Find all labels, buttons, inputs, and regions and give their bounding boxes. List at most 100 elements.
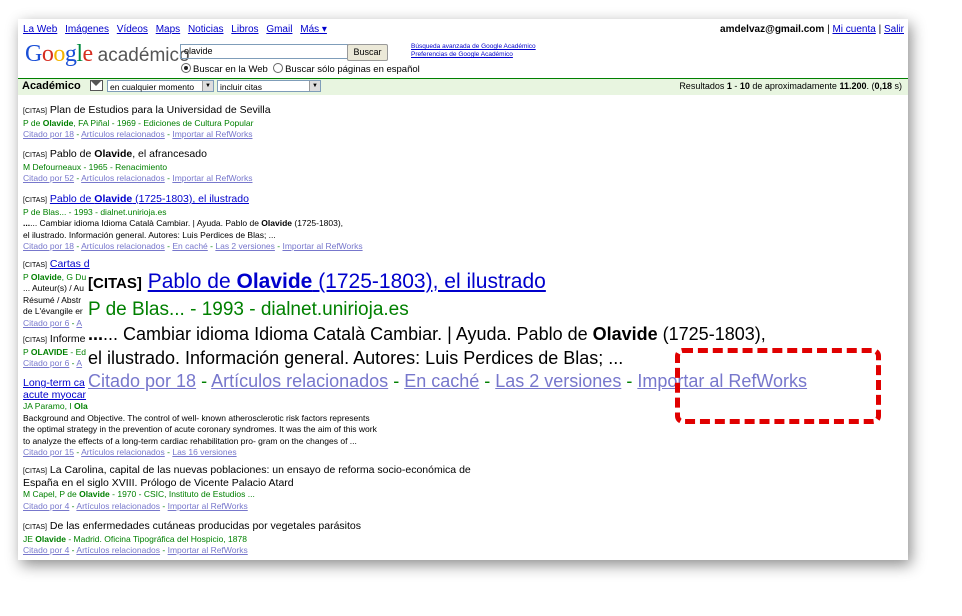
logo-product: académico [97, 45, 190, 66]
result-snippet: el ilustrado. Información general. Autor… [23, 229, 276, 240]
related-link[interactable]: A [76, 358, 82, 368]
nav-images[interactable]: Imágenes [65, 24, 109, 35]
radio-spanish[interactable] [273, 63, 284, 73]
advanced-links: Búsqueda avanzada de Google Académico Pr… [411, 43, 536, 59]
result-authors: P OLAVIDE - Ed [23, 346, 86, 357]
nav-books[interactable]: Libros [231, 24, 258, 35]
preferences-link[interactable]: Preferencias de Google Académico [411, 51, 536, 59]
cited-by-link[interactable]: Citado por 4 [23, 501, 69, 511]
versions-link[interactable]: Las 16 versiones [172, 447, 236, 457]
user-email: amdelvaz@gmail.com [720, 24, 825, 35]
cited-by-link[interactable]: Citado por 4 [23, 545, 69, 555]
radio-web[interactable] [181, 63, 191, 73]
result-item: [CITAS] Plan de Estudios para la Univers… [23, 104, 271, 141]
related-link[interactable]: Artículos relacionados [81, 447, 165, 457]
result-authors: P de Olavide, FA Piñal - 1969 - Edicione… [23, 117, 254, 128]
cited-by-link[interactable]: Citado por 18 [88, 371, 196, 391]
advanced-search-link[interactable]: Búsqueda avanzada de Google Académico [411, 43, 536, 51]
citas-tag: [CITAS] [88, 275, 142, 292]
result-authors: M Capel, P de Olavide - 1970 - CSIC, Ins… [23, 489, 255, 499]
related-link[interactable]: Artículos relacionados [81, 173, 165, 183]
result-item: [CITAS] Pablo de Olavide, el afrancesado… [23, 148, 253, 185]
user-sep: | [827, 24, 830, 35]
cites-select-value: incluir citas [220, 82, 263, 92]
nav-videos[interactable]: Vídeos [117, 24, 148, 35]
radio-web-label: Buscar en la Web [193, 64, 268, 75]
versions-link[interactable]: Las 2 versiones [495, 371, 621, 391]
refworks-link[interactable]: Importar al RefWorks [168, 501, 248, 511]
nav-gmail[interactable]: Gmail [266, 24, 292, 35]
results-prefix: Resultados [679, 81, 727, 91]
email-alert-icon[interactable] [90, 80, 103, 91]
result-links: Citado por 18 - Artículos relacionados -… [23, 241, 363, 251]
search-button[interactable]: Buscar [347, 44, 388, 61]
search-scope-radios: Buscar en la Web Buscar sólo páginas en … [181, 63, 420, 75]
result-item: [CITAS] Informe P OLAVIDE - Ed Citado po… [23, 333, 86, 370]
result-links: Citado por 4 - Artículos relacionados - … [23, 500, 248, 511]
refworks-link[interactable]: Importar al RefWorks [172, 129, 252, 139]
zoom-authors: P de Blas... - 1993 - dialnet.unirioja.e… [88, 299, 409, 320]
google-scholar-logo[interactable]: Google académico [25, 41, 190, 67]
related-link[interactable]: Artículos relacionados [81, 241, 165, 251]
result-snippet: to analyze the effects of a long-term ca… [23, 435, 357, 446]
radio-spanish-label: Buscar sólo páginas en español [285, 64, 420, 75]
nav-more[interactable]: Más ▾ [300, 24, 327, 35]
refworks-link[interactable]: Importar al RefWorks [168, 545, 248, 555]
result-snippet: ...... Cambiar idioma Idioma Català Camb… [23, 218, 344, 228]
highlight-refworks-box [675, 348, 881, 424]
nav-news[interactable]: Noticias [188, 24, 224, 35]
result-title-link[interactable]: Cartas d [50, 258, 90, 270]
my-account-link[interactable]: Mi cuenta [832, 24, 875, 35]
refworks-link[interactable]: Importar al RefWorks [282, 241, 362, 251]
cited-by-link[interactable]: Citado por 15 [23, 447, 74, 457]
result-links: Citado por 52 - Artículos relacionados -… [23, 173, 253, 183]
nav-maps[interactable]: Maps [156, 24, 180, 35]
result-item: [CITAS] Cartas d P Olavide, G Du ... Aut… [23, 258, 90, 329]
related-link[interactable]: Artículos relacionados [81, 129, 165, 139]
refworks-link[interactable]: Importar al RefWorks [172, 173, 252, 183]
cache-link[interactable]: En caché [404, 371, 479, 391]
cited-by-link[interactable]: Citado por 6 [23, 318, 69, 328]
result-snippet: de L'évangile er [23, 306, 83, 316]
result-item: [CITAS] De las enfermedades cutáneas pro… [23, 520, 361, 557]
results-range-sep: - [731, 81, 740, 91]
related-link[interactable]: Artículos relacionados [76, 501, 160, 511]
cited-by-link[interactable]: Citado por 18 [23, 241, 74, 251]
related-link[interactable]: Artículos relacionados [211, 371, 388, 391]
cited-by-link[interactable]: Citado por 18 [23, 129, 74, 139]
time-select-value: en cualquier momento [110, 82, 195, 92]
top-nav: La Web Imágenes Vídeos Maps Noticias Lib… [23, 24, 332, 35]
user-sep: | [878, 24, 882, 35]
results-count: Resultados 1 - 10 de aproximadamente 11.… [679, 81, 902, 91]
cache-link[interactable]: En caché [172, 241, 207, 251]
time-select[interactable]: en cualquier momento ▼ [107, 80, 214, 92]
result-links: Citado por 6 - A [23, 358, 83, 368]
results-time-post: s) [892, 81, 903, 91]
cited-by-link[interactable]: Citado por 6 [23, 358, 69, 368]
nav-web[interactable]: La Web [23, 24, 57, 35]
citas-tag: [CITAS] [23, 152, 47, 159]
result-authors: P de Blas... - 1993 - dialnet.unirioja.e… [23, 206, 167, 217]
logo-brand: Google [25, 41, 93, 67]
result-title: Informe [49, 333, 86, 345]
versions-link[interactable]: Las 2 versiones [215, 241, 275, 251]
zoom-title-link[interactable]: Pablo de Olavide (1725-1803), el ilustra… [148, 270, 546, 293]
result-item: [CITAS] Pablo de Olavide (1725-1803), el… [23, 193, 363, 253]
result-links: Citado por 15 - Artículos relacionados -… [23, 447, 237, 457]
bar-label: Académico [22, 80, 81, 92]
result-title-link[interactable]: Pablo de Olavide (1725-1803), el ilustra… [50, 193, 249, 205]
results-mid: de aproximadamente [749, 81, 840, 91]
result-snippet: Background and Objective. The control of… [23, 412, 370, 423]
dropdown-arrow-icon: ▼ [202, 81, 213, 91]
sign-out-link[interactable]: Salir [884, 24, 904, 35]
citas-tag: [CITAS] [23, 468, 47, 475]
result-authors: M Defourneaux - 1965 - Renacimiento [23, 161, 168, 172]
related-link[interactable]: Artículos relacionados [76, 545, 160, 555]
cites-select[interactable]: incluir citas ▼ [217, 80, 321, 92]
zoom-snippet: el ilustrado. Información general. Autor… [88, 348, 624, 368]
related-link[interactable]: A [76, 318, 82, 328]
result-title: La Carolina, capital de las nuevas pobla… [49, 464, 471, 476]
result-links: Citado por 18 - Artículos relacionados -… [23, 129, 253, 139]
cited-by-link[interactable]: Citado por 52 [23, 173, 74, 183]
search-input[interactable]: olavide [180, 44, 348, 59]
